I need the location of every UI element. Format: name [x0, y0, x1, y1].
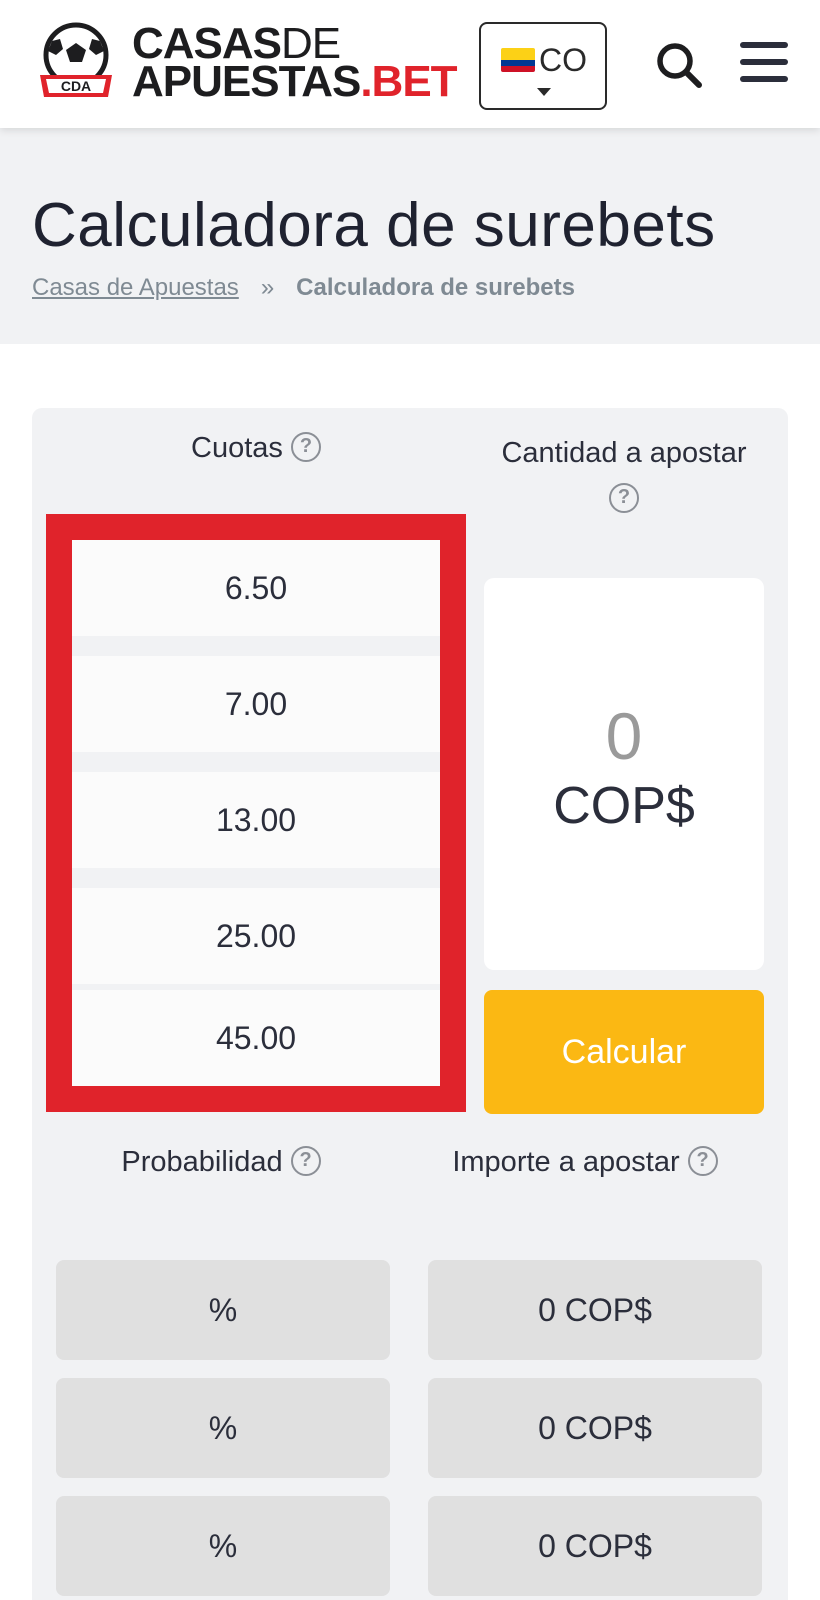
- stake-header: Cantidad a apostar ?: [484, 432, 764, 516]
- probability-header: Probabilidad?: [56, 1146, 386, 1179]
- logo-badge-text: CDA: [61, 78, 91, 94]
- page-title-section: Calculadora de surebets Casas de Apuesta…: [0, 128, 820, 344]
- breadcrumb-home-link[interactable]: Casas de Apuestas: [32, 274, 239, 302]
- amount-result-2: 0 COP$: [428, 1378, 762, 1478]
- country-code: CO: [539, 42, 587, 78]
- breadcrumb-current: Calculadora de surebets: [296, 274, 575, 301]
- colombia-flag-icon: [501, 48, 535, 72]
- country-selector[interactable]: CO: [479, 22, 607, 110]
- site-header: CDA CASASDE APUESTAS.BET CO: [0, 0, 820, 128]
- stake-input[interactable]: 0 COP$: [484, 578, 764, 970]
- probability-result-2: %: [56, 1378, 390, 1478]
- help-icon[interactable]: ?: [290, 1146, 321, 1177]
- breadcrumb-separator: »: [260, 274, 275, 301]
- logo-word-apuestas: APUESTAS: [132, 57, 361, 106]
- amount-result-3: 0 COP$: [428, 1496, 762, 1596]
- probability-result-1: %: [56, 1260, 390, 1360]
- odds-header: Cuotas?: [46, 432, 466, 465]
- calculate-button[interactable]: Calcular: [484, 990, 764, 1114]
- odds-header-label: Cuotas: [191, 432, 283, 464]
- page-title: Calculadora de surebets: [32, 191, 716, 260]
- stake-header-label: Cantidad a apostar: [501, 437, 747, 469]
- search-icon[interactable]: [654, 40, 704, 90]
- soccer-ball-logo-icon: CDA: [40, 22, 112, 97]
- hamburger-menu-icon[interactable]: [740, 42, 788, 84]
- help-icon[interactable]: ?: [609, 483, 639, 514]
- odds-input-2[interactable]: 7.00: [72, 656, 440, 752]
- help-icon[interactable]: ?: [290, 432, 321, 463]
- caret-down-icon: [537, 88, 551, 96]
- amount-header: Importe a apostar?: [420, 1146, 750, 1179]
- logo-word-bet: .BET: [360, 57, 457, 106]
- site-logo[interactable]: CDA CASASDE APUESTAS.BET: [30, 18, 460, 108]
- stake-currency: COP$: [553, 777, 695, 835]
- surebet-calculator: Cuotas? Cantidad a apostar ? 6.50 7.00 1…: [32, 408, 788, 1600]
- odds-input-3[interactable]: 13.00: [72, 772, 440, 868]
- odds-input-1[interactable]: 6.50: [72, 540, 440, 636]
- odds-input-5[interactable]: 45.00: [72, 990, 440, 1086]
- odds-input-4[interactable]: 25.00: [72, 888, 440, 984]
- breadcrumb: Casas de Apuestas » Calculadora de sureb…: [32, 274, 575, 302]
- odds-inputs-highlight: 6.50 7.00 13.00 25.00 45.00: [46, 514, 466, 1112]
- help-icon[interactable]: ?: [687, 1146, 718, 1177]
- logo-wordmark: CASASDE APUESTAS.BET: [132, 22, 458, 104]
- amount-result-1: 0 COP$: [428, 1260, 762, 1360]
- amount-header-label: Importe a apostar: [452, 1146, 680, 1178]
- stake-value: 0: [605, 699, 643, 773]
- probability-result-3: %: [56, 1496, 390, 1596]
- probability-header-label: Probabilidad: [121, 1146, 283, 1178]
